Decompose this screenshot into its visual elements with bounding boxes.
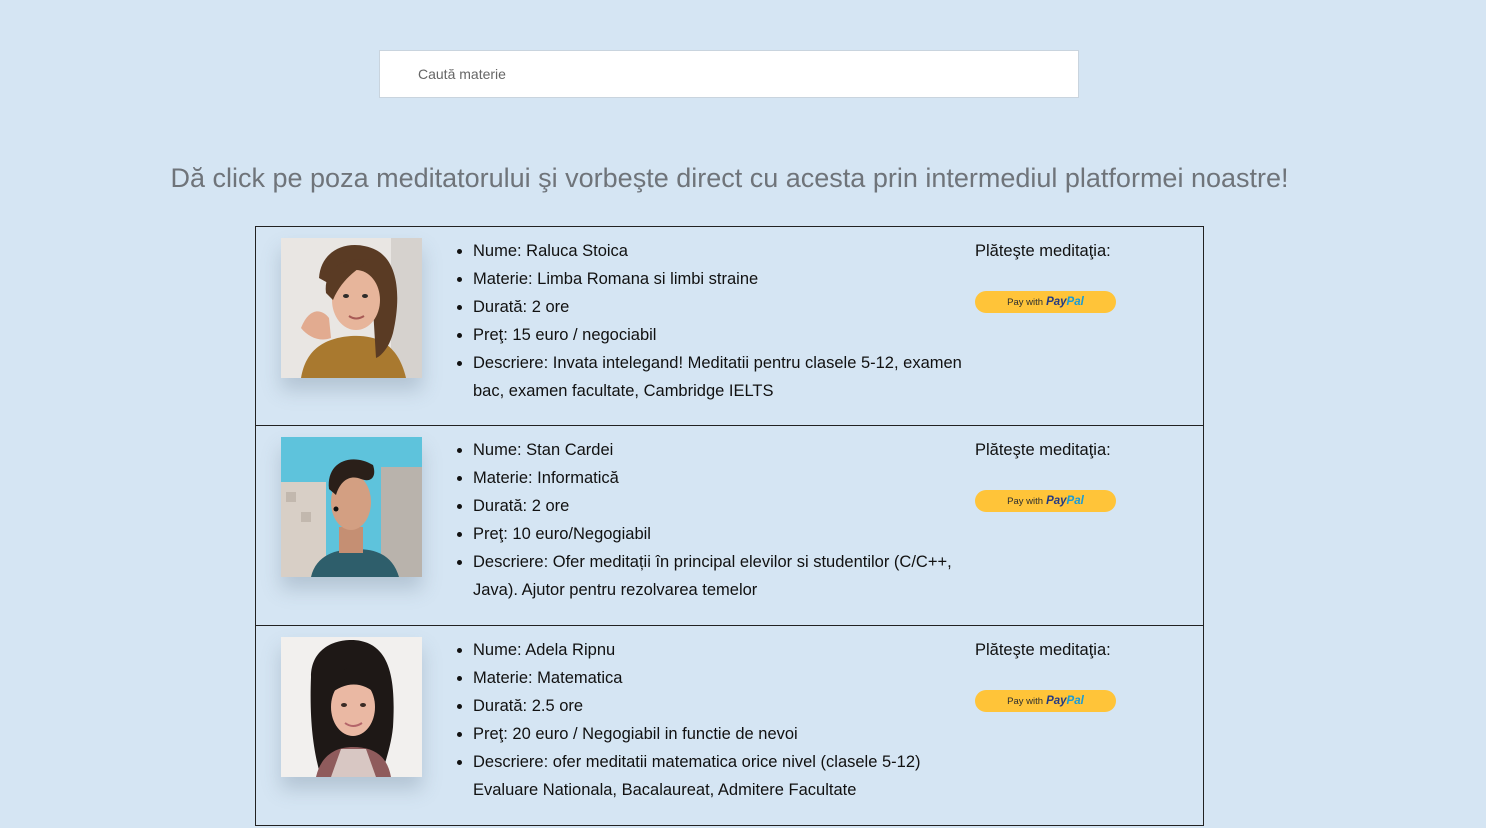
- pay-label: Plăteşte meditaţia:: [975, 242, 1111, 260]
- tutor-price: Preţ: 10 euro/Negogiabil: [473, 520, 973, 548]
- paypal-logo-part1: Pay: [1046, 495, 1067, 507]
- tutor-subject: Materie: Limba Romana si limbi straine: [473, 265, 973, 293]
- portrait-man-icon: [281, 437, 422, 577]
- tutor-row: Nume: Raluca Stoica Materie: Limba Roman…: [255, 226, 1204, 426]
- tutor-duration: Durată: 2 ore: [473, 293, 973, 321]
- paypal-prefix: Pay with: [1007, 495, 1044, 507]
- paypal-logo-part2: Pal: [1066, 495, 1084, 507]
- payment-section: Plăteşte meditaţia: Pay with Pay Pal: [975, 237, 1175, 313]
- paypal-logo-part2: Pal: [1066, 695, 1084, 707]
- paypal-prefix: Pay with: [1007, 296, 1044, 308]
- payment-section: Plăteşte meditaţia: Pay with Pay Pal: [975, 636, 1175, 712]
- paypal-button[interactable]: Pay with Pay Pal: [975, 291, 1116, 313]
- tutor-details: Nume: Stan Cardei Materie: Informatică D…: [454, 436, 973, 604]
- tutor-description: Descriere: ofer meditatii matematica ori…: [473, 748, 973, 804]
- search-input[interactable]: [380, 51, 1078, 97]
- pay-label: Plăteşte meditaţia:: [975, 641, 1111, 659]
- paypal-button[interactable]: Pay with Pay Pal: [975, 490, 1116, 512]
- payment-section: Plăteşte meditaţia: Pay with Pay Pal: [975, 436, 1175, 512]
- tutor-details: Nume: Adela Ripnu Materie: Matematica Du…: [454, 636, 973, 804]
- paypal-prefix: Pay with: [1007, 695, 1044, 707]
- paypal-logo-part2: Pal: [1066, 296, 1084, 308]
- tutor-row: Nume: Stan Cardei Materie: Informatică D…: [255, 426, 1204, 626]
- paypal-button[interactable]: Pay with Pay Pal: [975, 690, 1116, 712]
- portrait-woman-icon: [281, 238, 422, 378]
- tutor-photo-stan[interactable]: [281, 437, 422, 577]
- tutor-photo-adela[interactable]: [281, 637, 422, 777]
- tutor-name: Nume: Raluca Stoica: [473, 237, 973, 265]
- portrait-woman-icon: [281, 637, 422, 777]
- tutor-photo-raluca[interactable]: [281, 238, 422, 378]
- paypal-logo-part1: Pay: [1046, 296, 1067, 308]
- tutor-row: Nume: Adela Ripnu Materie: Matematica Du…: [255, 626, 1204, 826]
- tutor-price: Preţ: 20 euro / Negogiabil in functie de…: [473, 720, 973, 748]
- tutor-description: Descriere: Ofer meditații în principal e…: [473, 548, 973, 604]
- search-box[interactable]: [379, 50, 1079, 98]
- tutor-name: Nume: Adela Ripnu: [473, 636, 973, 664]
- tutor-description: Descriere: Invata intelegand! Meditatii …: [473, 349, 973, 405]
- tutor-name: Nume: Stan Cardei: [473, 436, 973, 464]
- tutor-duration: Durată: 2.5 ore: [473, 692, 973, 720]
- tutor-price: Preţ: 15 euro / negociabil: [473, 321, 973, 349]
- tutor-list: Nume: Raluca Stoica Materie: Limba Roman…: [255, 226, 1204, 826]
- tutor-details: Nume: Raluca Stoica Materie: Limba Roman…: [454, 237, 973, 405]
- tutor-subject: Materie: Matematica: [473, 664, 973, 692]
- tutor-subject: Materie: Informatică: [473, 464, 973, 492]
- paypal-logo-part1: Pay: [1046, 695, 1067, 707]
- pay-label: Plăteşte meditaţia:: [975, 441, 1111, 459]
- tutor-duration: Durată: 2 ore: [473, 492, 973, 520]
- page-headline: Dă click pe poza meditatorului şi vorbeş…: [170, 163, 1289, 193]
